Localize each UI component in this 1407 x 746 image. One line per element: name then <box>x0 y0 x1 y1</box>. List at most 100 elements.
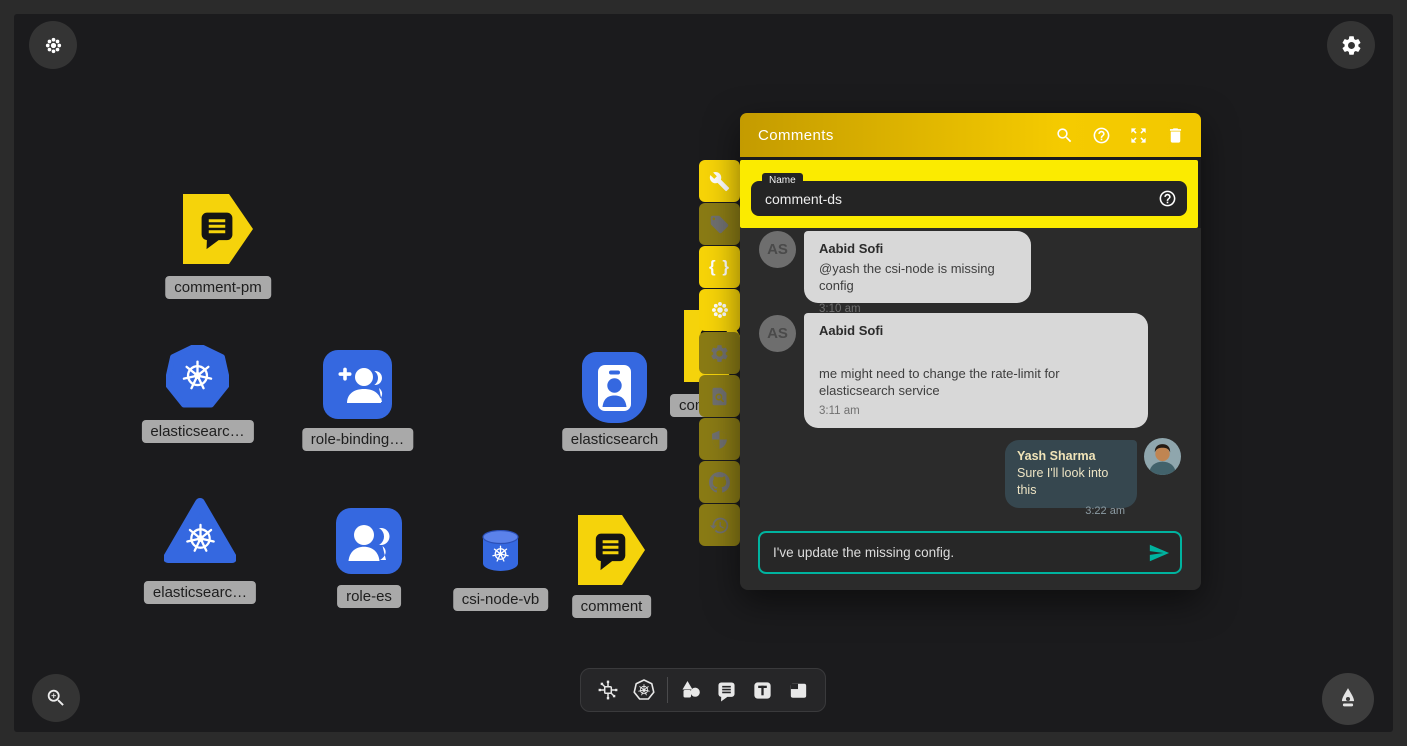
connect-nodes-button[interactable] <box>590 671 626 709</box>
name-field-label: Name <box>762 173 803 188</box>
message-author: Yash Sharma <box>1017 449 1125 463</box>
message-time: 3:22 am <box>1017 505 1125 517</box>
send-icon <box>1148 542 1170 564</box>
node-label: comment-pm <box>165 276 271 299</box>
message-time: 3:11 am <box>819 405 1133 417</box>
toolbar-divider <box>667 677 668 703</box>
help-icon <box>1158 189 1177 208</box>
comment-input[interactable] <box>760 545 1180 560</box>
node-role-es[interactable]: role-es <box>336 508 402 574</box>
comment-node-icon <box>578 515 645 585</box>
message-bubble: Aabid Sofi @yash the csi-node is missing… <box>804 231 1031 303</box>
shield-icon <box>709 429 730 450</box>
message-text: Sure I'll look into this <box>1017 465 1125 499</box>
node-elasticsearch-heptagon[interactable]: elasticsearc… <box>166 345 229 408</box>
message-author: Aabid Sofi <box>819 323 1133 338</box>
comments-panel-header[interactable]: Comments <box>740 113 1201 157</box>
message-author: Aabid Sofi <box>819 241 1016 256</box>
tag-icon <box>709 214 730 235</box>
node-comment-pm[interactable]: comment-pm <box>183 194 253 264</box>
kubernetes-context-button[interactable] <box>29 21 77 69</box>
note-tool-button[interactable] <box>780 671 816 709</box>
toolbar-configure-button[interactable] <box>699 160 740 202</box>
shape-toolbar <box>580 668 826 712</box>
delete-button[interactable] <box>1166 126 1185 145</box>
comment-icon <box>715 679 738 702</box>
kubernetes-heptagon-icon <box>166 345 229 408</box>
kubernetes-button[interactable] <box>626 671 662 709</box>
kubernetes-icon <box>632 678 656 702</box>
toolbar-inspect-button[interactable] <box>699 375 740 417</box>
toolbar-tag-button[interactable] <box>699 203 740 245</box>
name-field-section: Name <box>740 160 1198 228</box>
help-icon <box>1092 126 1111 145</box>
search-button[interactable] <box>1055 126 1074 145</box>
comments-panel: Comments Name <box>740 113 1201 590</box>
node-label: elasticsearch <box>562 428 668 451</box>
braces-icon: { } <box>709 257 730 277</box>
kubernetes-flower-icon <box>43 35 64 56</box>
node-csi-node[interactable]: csi-node-vb <box>482 530 519 572</box>
connect-nodes-icon <box>596 678 620 702</box>
comment-tool-button[interactable] <box>708 671 744 709</box>
storage-cylinder-icon <box>482 530 519 572</box>
node-comment[interactable]: comment <box>578 515 645 585</box>
panel-title: Comments <box>758 127 1055 144</box>
avatar-initials: AS <box>767 241 788 258</box>
node-elasticsearch-triangle[interactable]: elasticsearc… <box>164 495 236 567</box>
node-label: csi-node-vb <box>453 588 549 611</box>
wrench-icon <box>709 171 730 192</box>
github-icon <box>709 472 730 493</box>
search-icon <box>1055 126 1074 145</box>
name-help-button[interactable] <box>1158 189 1177 208</box>
name-field: Name <box>751 181 1187 216</box>
toolbar-settings-button[interactable] <box>699 332 740 374</box>
id-badge-icon <box>582 352 647 423</box>
avatar: AS <box>759 315 796 352</box>
expand-icon <box>1129 126 1148 145</box>
doc-search-icon <box>709 386 730 407</box>
toolbar-history-button[interactable] <box>699 504 740 546</box>
message-bubble: Yash Sharma Sure I'll look into this 3:2… <box>1005 440 1137 508</box>
help-button[interactable] <box>1092 126 1111 145</box>
message-text: @yash the csi-node is missing config <box>819 260 1016 294</box>
avatar-initials: AS <box>767 325 788 342</box>
comments-thread: AS Aabid Sofi @yash the csi-node is miss… <box>740 228 1201 590</box>
draw-tool-button[interactable] <box>1322 673 1374 725</box>
node-label: elasticsearc… <box>141 420 253 443</box>
avatar-photo <box>1144 438 1181 475</box>
zoom-in-icon <box>45 687 67 709</box>
role-icon <box>336 508 402 574</box>
toolbar-mesh-button[interactable] <box>699 289 740 331</box>
text-tool-button[interactable] <box>744 671 780 709</box>
message-bubble: Aabid Sofi me might need to change the r… <box>804 313 1148 428</box>
toolbar-github-button[interactable] <box>699 461 740 503</box>
expand-button[interactable] <box>1129 126 1148 145</box>
node-label: role-es <box>337 585 401 608</box>
shapes-icon <box>679 678 703 702</box>
node-label: elasticsearc… <box>144 581 256 604</box>
mesh-flower-icon <box>709 299 731 321</box>
toolbar-security-button[interactable] <box>699 418 740 460</box>
user-photo-icon <box>1144 438 1181 475</box>
comment-node-icon <box>183 194 253 264</box>
note-icon <box>787 679 810 702</box>
app-window: comment-pm elasticsearc… <box>0 0 1407 746</box>
avatar: AS <box>759 231 796 268</box>
kubernetes-triangle-icon <box>164 495 236 567</box>
settings-button[interactable] <box>1327 21 1375 69</box>
name-input[interactable] <box>751 191 1187 207</box>
role-binding-icon <box>323 350 392 419</box>
message-text: me might need to change the rate-limit f… <box>819 365 1133 399</box>
history-icon <box>709 515 730 536</box>
zoom-button[interactable] <box>32 674 80 722</box>
node-elasticsearch-serviceaccount[interactable]: elasticsearch <box>582 352 647 423</box>
shapes-button[interactable] <box>673 671 709 709</box>
gear-icon <box>709 343 730 364</box>
comment-composer <box>758 531 1182 574</box>
send-button[interactable] <box>1148 542 1170 564</box>
gear-icon <box>1340 34 1363 57</box>
toolbar-json-button[interactable]: { } <box>699 246 740 288</box>
text-icon <box>751 679 774 702</box>
node-role-binding[interactable]: role-binding… <box>323 350 392 419</box>
